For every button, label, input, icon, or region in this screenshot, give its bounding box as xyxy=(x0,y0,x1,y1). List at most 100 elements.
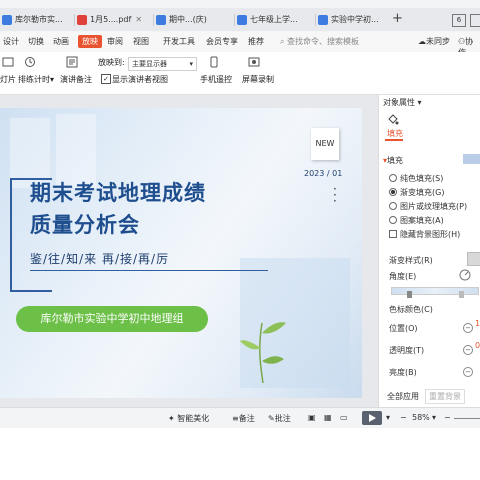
speaker-notes-button[interactable]: 演讲备注 xyxy=(60,74,92,85)
doc-icon xyxy=(318,14,328,25)
tab-document-3[interactable]: 期中...(庆) xyxy=(156,10,232,29)
menu-slideshow[interactable]: 放映 xyxy=(78,35,102,48)
brightness-label: 亮度(B) xyxy=(389,368,417,377)
option-gradient-fill[interactable]: 渐变填充(G) xyxy=(400,187,444,198)
menu-animation[interactable]: 动画 xyxy=(53,36,69,47)
notes-label: 备注 xyxy=(238,414,255,423)
reading-view-icon[interactable]: ▭ xyxy=(340,413,348,422)
gradient-style-picker[interactable] xyxy=(467,252,480,266)
radio-solid-fill[interactable] xyxy=(389,174,397,182)
hide-background-checkbox[interactable] xyxy=(389,230,397,238)
pane-header: 对象属性 ▾ xyxy=(383,98,422,107)
gradient-slider-track[interactable] xyxy=(391,287,479,295)
fill-color-swatch[interactable] xyxy=(463,154,480,164)
zoom-out-icon[interactable]: − xyxy=(444,413,451,422)
tab-label: 实验中学初... xyxy=(331,15,379,24)
radio-picture-fill[interactable] xyxy=(389,202,397,210)
slide-preview[interactable]: 期末考试地理成绩 质量分析会 鉴/往/知/来 再/接/再/厉 库尔勒市实验中学初… xyxy=(0,108,362,398)
beautify-label: 智能美化 xyxy=(177,414,210,423)
slide-title: 期末考试地理成绩 质量分析会 xyxy=(30,177,206,241)
menu-recommend[interactable]: 推荐 xyxy=(248,36,264,47)
apply-all-button[interactable]: 全部应用 xyxy=(387,391,419,402)
menu-review[interactable]: 审阅 xyxy=(107,36,123,47)
position-value[interactable]: 1 xyxy=(475,319,480,328)
transparency-label: 透明度(T) xyxy=(389,346,425,355)
close-icon[interactable]: ✕ xyxy=(135,15,142,24)
doc-icon xyxy=(156,14,166,25)
menu-developer[interactable]: 开发工具 xyxy=(163,36,195,47)
menu-member[interactable]: 会员专享 xyxy=(206,36,238,47)
tab-divider xyxy=(315,14,316,26)
transparency-value[interactable]: 0 xyxy=(475,341,480,350)
display-select-value: 主要显示器 xyxy=(132,60,167,68)
tab-divider xyxy=(153,14,154,26)
new-tab-button[interactable]: + xyxy=(392,11,403,26)
menu-design[interactable]: 设计 xyxy=(3,36,19,47)
option-pattern-fill[interactable]: 图案填充(A) xyxy=(400,215,444,226)
document-tab-bar: 库尔勒市实... 1月5....pdf ✕ 期中...(庆) 七年级上学... … xyxy=(0,8,480,31)
minus-icon[interactable]: − xyxy=(463,367,473,377)
option-picture-fill[interactable]: 图片或纹理填充(P) xyxy=(400,201,467,212)
slides-label[interactable]: 灯片 xyxy=(0,74,16,85)
presenter-view-checkbox[interactable]: ✓ xyxy=(101,74,111,84)
comment-icon: ✎ xyxy=(268,414,275,423)
tab-label: 七年级上学... xyxy=(250,15,298,24)
position-label: 位置(O) xyxy=(389,324,418,333)
display-select[interactable]: 主要显示器 ▾ xyxy=(128,57,197,71)
tab-fill[interactable]: 填充 xyxy=(387,128,403,139)
window-control-icon[interactable] xyxy=(470,14,480,27)
zoom-slider[interactable] xyxy=(454,418,480,419)
tab-document-1[interactable]: 库尔勒市实... xyxy=(2,10,72,29)
command-search[interactable]: ⌕ 查找命令、搜索模板 xyxy=(280,36,359,47)
tab-divider xyxy=(74,14,75,26)
menu-view[interactable]: 视图 xyxy=(133,36,149,47)
play-options-chevron-icon[interactable]: ▾ xyxy=(386,413,390,422)
doc-icon xyxy=(2,14,12,25)
status-bar: ✦ 智能美化 ≡备注 ✎批注 ▣ ▦ ▭ ▾ − 58% ▾ − xyxy=(0,407,480,428)
tab-label: 库尔勒市实... xyxy=(15,15,63,24)
slide-sorter-icon[interactable]: ▦ xyxy=(324,413,332,422)
tab-label: 期中...(庆) xyxy=(169,15,207,24)
search-icon: ⌕ xyxy=(280,37,285,46)
play-slideshow-button[interactable] xyxy=(362,411,382,425)
school-badge: 库尔勒市实验中学初中地理组 xyxy=(16,306,208,332)
tab-label: 1月5....pdf xyxy=(90,15,132,24)
screen-record-button[interactable]: 屏幕录制 xyxy=(242,74,274,85)
zoom-out-icon[interactable]: − xyxy=(400,413,407,422)
beautify-icon: ✦ xyxy=(168,414,175,423)
reset-background-button[interactable]: 重置背景 xyxy=(425,389,465,404)
pdf-icon xyxy=(77,14,87,25)
comments-label: 批注 xyxy=(274,414,291,423)
window-counter[interactable]: 6 xyxy=(452,14,466,27)
radio-pattern-fill[interactable] xyxy=(389,216,397,224)
tab-document-5[interactable]: 实验中学初... xyxy=(318,10,388,29)
normal-view-icon[interactable]: ▣ xyxy=(308,413,316,422)
notes-toggle-button[interactable]: ≡备注 xyxy=(232,413,255,424)
display-to-label: 放映到: xyxy=(98,58,125,67)
minus-icon[interactable]: − xyxy=(463,323,473,333)
tab-document-4[interactable]: 七年级上学... xyxy=(237,10,313,29)
gradient-stop-handle[interactable] xyxy=(459,291,464,298)
gradient-stop-handle[interactable] xyxy=(407,291,412,298)
zoom-level[interactable]: 58% xyxy=(412,413,430,422)
minus-icon[interactable]: − xyxy=(463,345,473,355)
angle-dial-icon[interactable] xyxy=(459,269,471,281)
fill-section-header[interactable]: ▾填充 xyxy=(383,155,403,166)
notes-icon xyxy=(66,56,78,68)
object-properties-pane: 对象属性 ▾ 填充 ▾填充 纯色填充(S) 渐变填充(G) 图片或纹理填充(P)… xyxy=(378,95,480,407)
tab-document-2[interactable]: 1月5....pdf ✕ xyxy=(77,10,151,29)
menu-transition[interactable]: 切换 xyxy=(28,36,44,47)
slideshow-ribbon: 放映到: 主要显示器 ▾ 灯片 排练计时▾ 演讲备注 手机遥控 屏幕录制 xyxy=(0,52,480,95)
comments-toggle-button[interactable]: ✎批注 xyxy=(268,413,291,424)
zoom-chevron-icon[interactable]: ▾ xyxy=(432,413,436,422)
phone-remote-button[interactable]: 手机遥控 xyxy=(200,74,232,85)
radio-gradient-fill[interactable] xyxy=(389,188,397,196)
app-window: 库尔勒市实... 1月5....pdf ✕ 期中...(庆) 七年级上学... … xyxy=(0,0,480,428)
slide-title-line2: 质量分析会 xyxy=(30,213,140,237)
slides-icon xyxy=(2,57,14,67)
rehearse-timing-button[interactable]: 排练计时▾ xyxy=(18,74,54,85)
smart-beautify-button[interactable]: ✦ 智能美化 xyxy=(168,413,209,424)
presenter-view-label: 显示演讲者视图 xyxy=(112,75,168,84)
option-solid-fill[interactable]: 纯色填充(S) xyxy=(400,173,443,184)
sync-status[interactable]: ☁未同步 xyxy=(418,36,450,47)
